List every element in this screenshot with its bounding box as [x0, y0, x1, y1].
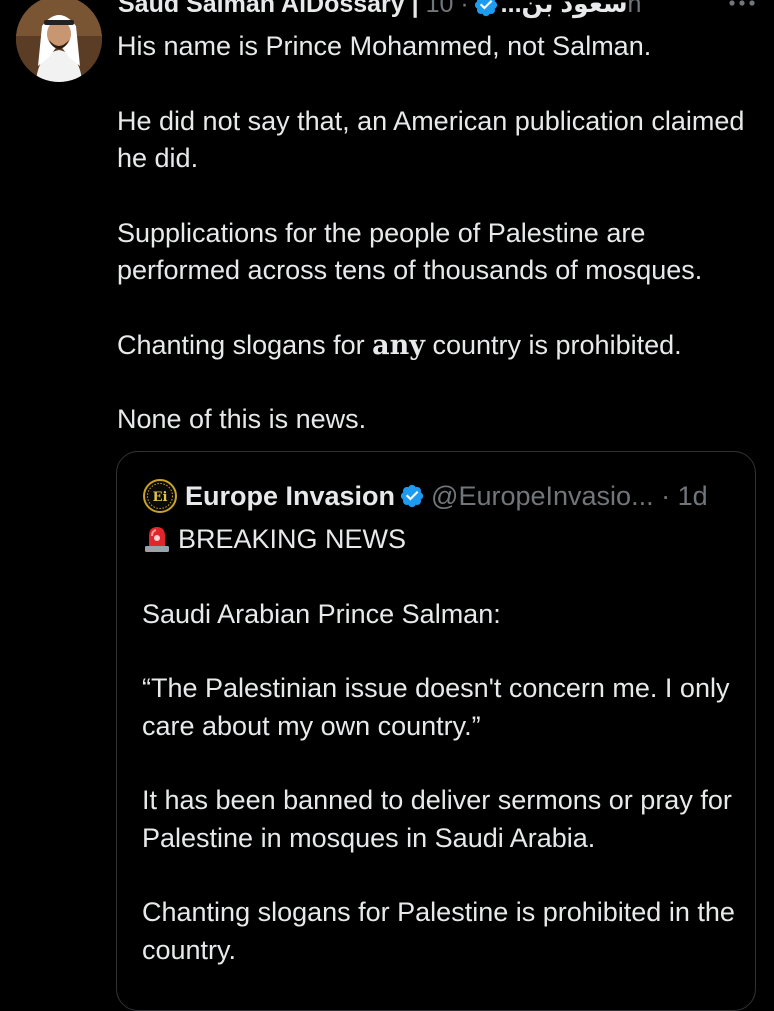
quoted-paragraph: BREAKING NEWS: [142, 521, 742, 559]
verified-badge-icon: [474, 0, 497, 17]
author-avatar[interactable]: [16, 0, 102, 82]
rotating-light-icon: [145, 526, 169, 552]
emphasis-text: any: [372, 329, 425, 361]
quoted-tweet-card[interactable]: Ei Europe Invasion @EuropeInvasio... · 1d…: [116, 451, 756, 1011]
quoted-paragraph: Saudi Arabian Prince Salman:: [142, 598, 501, 629]
quoted-paragraph: “The Palestinian issue doesn't concern m…: [142, 673, 730, 741]
tweet-paragraph: He did not say that, an American publica…: [117, 105, 745, 174]
more-options-button[interactable]: [720, 0, 764, 18]
tweet-text: His name is Prince Mohammed, not Salman.…: [117, 28, 762, 476]
author-name[interactable]: Saud Salman AlDossary | سعود بن...: [118, 0, 628, 18]
quoted-tweet-header: Ei Europe Invasion @EuropeInvasio... · 1d: [143, 476, 743, 516]
quoted-author-name[interactable]: Europe Invasion: [185, 481, 395, 511]
quoted-handle-time[interactable]: @EuropeInvasio... · 1d: [431, 481, 708, 511]
quoted-author-avatar[interactable]: Ei: [143, 478, 177, 513]
text-run: Chanting slogans for: [117, 329, 373, 360]
tweet-paragraph: His name is Prince Mohammed, not Salman.: [117, 31, 652, 61]
verified-badge-icon: [400, 484, 424, 507]
quoted-tweet-text: BREAKING NEWS Saudi Arabian Prince Salma…: [142, 521, 742, 1006]
quoted-avatar-text: Ei: [153, 490, 168, 505]
quoted-paragraph: It has been banned to deliver sermons or…: [142, 785, 732, 853]
tweet-header: Saud Salman AlDossary | سعود بن...· 10h: [118, 0, 758, 22]
tweet-paragraph: Chanting slogans for any country is proh…: [117, 327, 762, 365]
quoted-paragraph: Chanting slogans for Palestine is prohib…: [142, 897, 735, 965]
tweet-paragraph: Supplications for the people of Palestin…: [117, 217, 703, 286]
tweet-paragraph: None of this is news.: [117, 404, 367, 434]
text-run: country is prohibited.: [424, 329, 682, 360]
breaking-news-label: BREAKING NEWS: [178, 524, 407, 554]
more-horizontal-icon: [729, 0, 755, 6]
